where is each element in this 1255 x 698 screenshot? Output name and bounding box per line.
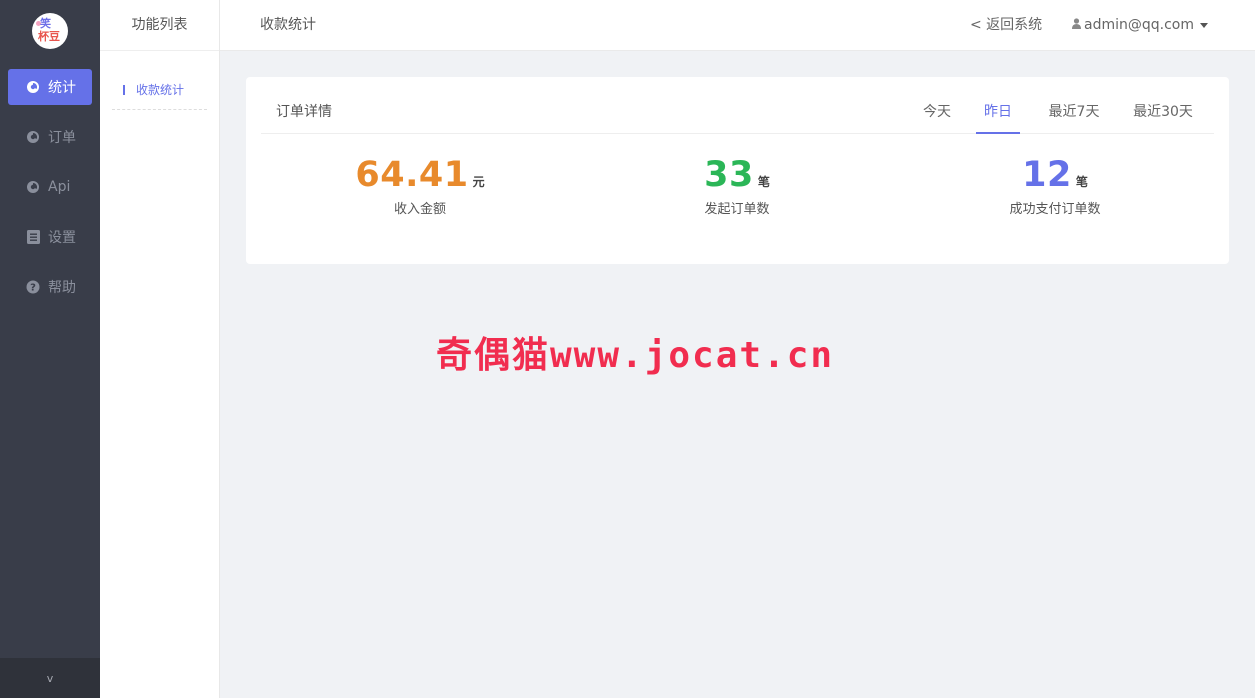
sidebar-item-label: 设置 — [48, 230, 76, 246]
subpanel-item-payment-stats[interactable]: 收款统计 — [112, 70, 207, 110]
user-menu[interactable]: admin@qq.com — [1072, 0, 1208, 50]
list-icon — [26, 230, 40, 244]
sidebar-item-label: 统计 — [48, 80, 76, 96]
sidebar-item-help[interactable]: ? 帮助 — [8, 269, 92, 305]
back-to-system-link[interactable]: < 返回系统 — [970, 0, 1042, 50]
stat-income: 64.41 元 收入金额 — [270, 155, 570, 217]
stat-unit: 元 — [472, 175, 485, 189]
stat-value: 64.41 — [355, 155, 469, 195]
user-icon — [1072, 0, 1081, 50]
chart-pie-icon — [26, 130, 40, 144]
sidebar-collapse-button[interactable]: v — [0, 658, 100, 698]
svg-text:?: ? — [30, 283, 36, 294]
logo-text-bottom: 杯豆 — [38, 30, 60, 43]
stat-label: 发起订单数 — [704, 202, 770, 217]
watermark-text: 奇偶猫www.jocat.cn — [436, 335, 835, 376]
card-title: 订单详情 — [276, 104, 332, 120]
sidebar-item-label: 订单 — [48, 130, 76, 146]
tab-today[interactable]: 今天 — [919, 91, 955, 134]
question-circle-icon: ? — [26, 280, 40, 294]
stat-orders-created: 33 笔 发起订单数 — [587, 155, 887, 217]
sidebar-item-settings[interactable]: 设置 — [8, 219, 92, 255]
stat-unit: 笔 — [1075, 175, 1088, 189]
function-list-panel: 功能列表 收款统计 — [100, 0, 220, 698]
stat-label: 成功支付订单数 — [1009, 202, 1101, 217]
page-title: 收款统计 — [260, 17, 316, 33]
tab-last-30-days[interactable]: 最近30天 — [1131, 91, 1195, 134]
subpanel-item-label: 收款统计 — [136, 83, 185, 97]
main-sidebar: 笑 杯豆 统计 订单 Api 设置 ? 帮助 v — [0, 0, 100, 698]
sidebar-item-label: Api — [48, 179, 71, 195]
order-details-card: 订单详情 今天 昨日 最近7天 最近30天 64.41 元 收入金额 33 笔 … — [246, 77, 1229, 264]
card-header: 订单详情 今天 昨日 最近7天 最近30天 — [261, 91, 1214, 134]
active-indicator — [123, 84, 125, 95]
sidebar-item-orders[interactable]: 订单 — [8, 119, 92, 155]
stat-label: 收入金额 — [393, 202, 446, 217]
sidebar-item-api[interactable]: Api — [8, 169, 92, 205]
stat-orders-paid: 12 笔 成功支付订单数 — [905, 155, 1205, 217]
caret-down-icon — [1200, 23, 1208, 28]
stat-unit: 笔 — [757, 175, 770, 189]
stat-value: 33 — [704, 155, 754, 195]
chart-pie-icon — [26, 180, 40, 194]
sidebar-item-stats[interactable]: 统计 — [8, 69, 92, 105]
top-header: 收款统计 < 返回系统 admin@qq.com — [220, 0, 1255, 51]
tab-last-7-days[interactable]: 最近7天 — [1047, 91, 1101, 134]
logo-text-top: 笑 — [40, 17, 51, 30]
function-list-title: 功能列表 — [100, 0, 219, 51]
sidebar-item-label: 帮助 — [48, 280, 76, 296]
stat-value: 12 — [1022, 155, 1072, 195]
tab-yesterday[interactable]: 昨日 — [976, 91, 1020, 134]
chart-pie-icon — [26, 80, 40, 94]
app-logo[interactable]: 笑 杯豆 — [32, 13, 68, 49]
user-email: admin@qq.com — [1084, 17, 1194, 33]
